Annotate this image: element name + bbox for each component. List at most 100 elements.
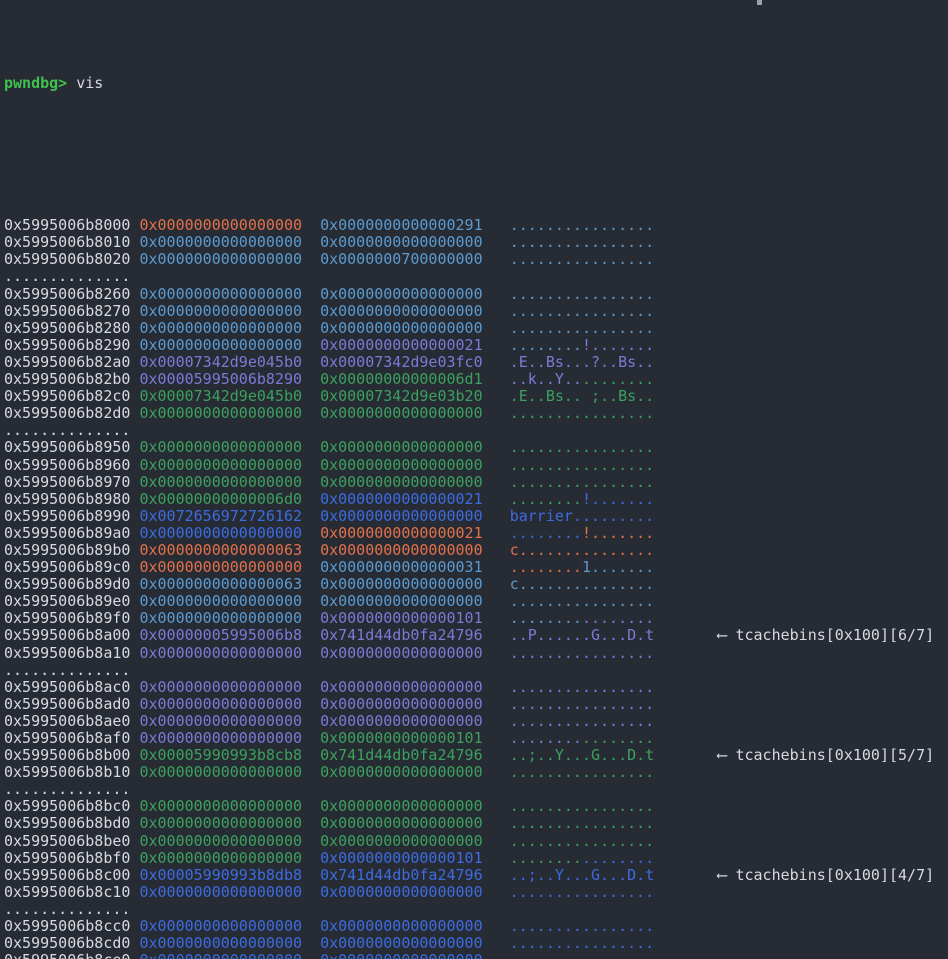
chunk-address: 0x5995006b8cd0 (4, 935, 139, 952)
qword-value-1: 0x0000000000000000 (139, 952, 320, 959)
separator-dots: .............. (4, 267, 130, 285)
chunk-address: 0x5995006b8ad0 (4, 696, 139, 713)
vis-row: 0x5995006b82600x00000000000000000x000000… (4, 286, 948, 303)
ascii-text: ................ (510, 832, 655, 850)
ascii-text: barrier......... (510, 507, 655, 525)
prompt-label: pwndbg> (4, 74, 67, 92)
vis-row: 0x5995006b89600x00000000000000000x000000… (4, 457, 948, 474)
ascii-column: ................ (510, 764, 718, 781)
qword-value-1: 0x0000000000000000 (139, 457, 320, 474)
chunk-address: 0x5995006b89a0 (4, 525, 139, 542)
chunk-address: 0x5995006b82c0 (4, 388, 139, 405)
vis-row: 0x5995006b82900x00000000000000000x000000… (4, 337, 948, 354)
qword-value-1: 0x0000000000000000 (139, 439, 320, 456)
qword-value-1: 0x0000000000000000 (139, 286, 320, 303)
ascii-column: ................ (510, 679, 718, 696)
qword-value-1: 0x0000000000000000 (139, 645, 320, 662)
ascii-text: ................ (510, 285, 655, 303)
ascii-text: !....... (582, 490, 654, 508)
ascii-text: ................ (510, 456, 655, 474)
separator-row: .............. (4, 662, 948, 679)
qword-value-2: 0x0000000000000000 (320, 764, 510, 781)
terminal-screen[interactable]: pwndbg> vis 0x5995006b80000x000000000000… (0, 0, 948, 959)
qword-value-1: 0x0000000000000000 (139, 474, 320, 491)
ascii-text: ..k..Y.. (510, 370, 582, 388)
ascii-column: ................ (510, 696, 718, 713)
vis-row: 0x5995006b8a100x00000000000000000x000000… (4, 645, 948, 662)
qword-value-1: 0x00005995006b8290 (139, 371, 320, 388)
qword-value-2: 0x00007342d9e03fc0 (320, 354, 510, 371)
chunk-address: 0x5995006b8950 (4, 439, 139, 456)
chunk-address: 0x5995006b8b10 (4, 764, 139, 781)
ascii-column: ................ (510, 217, 718, 234)
chunk-address: 0x5995006b8270 (4, 303, 139, 320)
qword-value-2: 0x0000000000000021 (320, 525, 510, 542)
left-arrow-icon: ⟵ (717, 626, 735, 644)
ascii-column: ................ (510, 593, 718, 610)
qword-value-2: 0x0000000000000000 (320, 474, 510, 491)
ascii-column: ................ (510, 234, 718, 251)
separator-row: .............. (4, 268, 948, 285)
ascii-text: ..;..Y...G...D.t (510, 866, 655, 884)
ascii-column: ................ (510, 286, 718, 303)
qword-value-1: 0x0000000000000000 (139, 918, 320, 935)
ascii-text: ................ (510, 404, 655, 422)
ascii-text: .E..Bs...?..Bs.. (510, 353, 655, 371)
separator-row: .............. (4, 422, 948, 439)
ascii-text: ................ (510, 644, 655, 662)
ascii-column: ................ (510, 251, 718, 268)
ascii-text: ................ (510, 678, 655, 696)
tcachebin-annotation: tcachebins[0x100][6/7] (735, 626, 934, 644)
qword-value-2: 0x0000000000000031 (320, 559, 510, 576)
chunk-address: 0x5995006b82d0 (4, 405, 139, 422)
chunk-address: 0x5995006b89e0 (4, 593, 139, 610)
chunk-address: 0x5995006b8a00 (4, 627, 139, 644)
ascii-column: ........!....... (510, 525, 718, 542)
chunk-address: 0x5995006b8990 (4, 508, 139, 525)
vis-row: 0x5995006b89c00x00000000000000000x000000… (4, 559, 948, 576)
column-gap (67, 74, 76, 92)
vis-row: 0x5995006b8ae00x00000000000000000x000000… (4, 713, 948, 730)
ascii-text: ................ (510, 216, 655, 234)
qword-value-2: 0x0000000000000000 (320, 713, 510, 730)
chunk-address: 0x5995006b82a0 (4, 354, 139, 371)
chunk-address: 0x5995006b8cc0 (4, 918, 139, 935)
ascii-column: ..P......G...D.t (510, 627, 718, 644)
qword-value-2: 0x741d44db0fa24796 (320, 867, 510, 884)
ascii-column: ................ (510, 439, 718, 456)
chunk-address: 0x5995006b89b0 (4, 542, 139, 559)
vis-row: 0x5995006b89d00x00000000000000630x000000… (4, 576, 948, 593)
vis-row: 0x5995006b89500x00000000000000000x000000… (4, 439, 948, 456)
qword-value-2: 0x0000000000000000 (320, 645, 510, 662)
ascii-column: ................ (510, 884, 718, 901)
ascii-text: ........ (510, 609, 582, 627)
qword-value-2: 0x0000000000000000 (320, 815, 510, 832)
ascii-text: ........ (582, 849, 654, 867)
qword-value-1: 0x0000000000000000 (139, 764, 320, 781)
qword-value-2: 0x0000000000000000 (320, 320, 510, 337)
ascii-column: c............... (510, 576, 718, 593)
ascii-column: ................ (510, 405, 718, 422)
qword-value-2: 0x0000000000000000 (320, 952, 510, 959)
ascii-text: ................ (510, 438, 655, 456)
blank-line (4, 146, 948, 163)
vis-row: 0x5995006b8bd00x00000000000000000x000000… (4, 815, 948, 832)
qword-value-2: 0x0000000000000000 (320, 884, 510, 901)
ascii-column: ................ (510, 833, 718, 850)
scrollbar-marker[interactable] (757, 0, 762, 5)
qword-value-1: 0x00007342d9e045b0 (139, 388, 320, 405)
separator-dots: .............. (4, 780, 130, 798)
qword-value-2: 0x0000000000000000 (320, 542, 510, 559)
ascii-column: ................ (510, 610, 718, 627)
vis-row: 0x5995006b8bc00x00000000000000000x000000… (4, 798, 948, 815)
ascii-column: .E..Bs.. ;..Bs.. (510, 388, 718, 405)
ascii-text: ................ (510, 883, 655, 901)
qword-value-1: 0x0000000000000000 (139, 234, 320, 251)
ascii-text: c............... (510, 541, 655, 559)
qword-value-2: 0x0000000000000000 (320, 439, 510, 456)
vis-row: 0x5995006b89700x00000000000000000x000000… (4, 474, 948, 491)
ascii-text: ................ (510, 250, 655, 268)
qword-value-1: 0x0000000000000000 (139, 798, 320, 815)
qword-value-1: 0x00005990993b8db8 (139, 867, 320, 884)
qword-value-2: 0x0000000000000291 (320, 217, 510, 234)
